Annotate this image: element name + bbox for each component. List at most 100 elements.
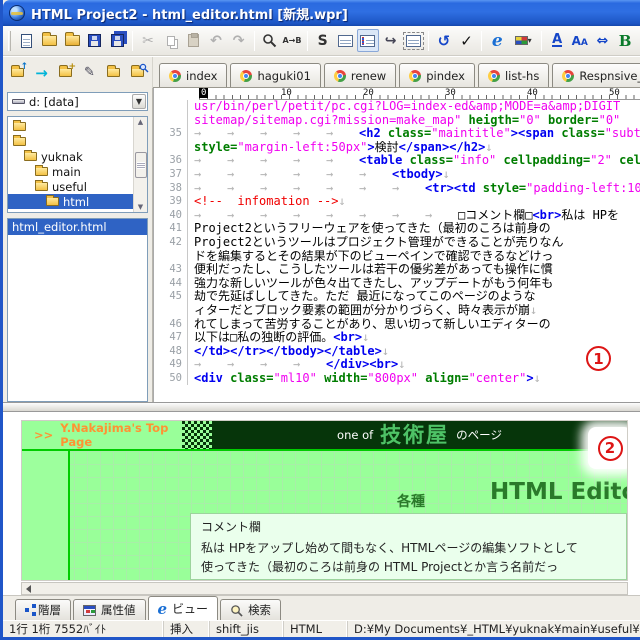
scroll-thumb[interactable] xyxy=(135,152,147,178)
pane-splitter[interactable] xyxy=(3,402,640,412)
syntax-check-icon[interactable]: ✓ xyxy=(456,29,478,52)
section-small-label: 各種 xyxy=(397,491,425,511)
preview-pane: >> Y.Nakajima's Top Page one of 技術屋 のページ… xyxy=(3,412,640,595)
copy-icon[interactable] xyxy=(160,29,182,52)
open-folder-icon[interactable] xyxy=(39,29,61,52)
code-row[interactable]: 43便利だったし、こうしたツールは若干の優劣差があっても操作に慣 xyxy=(154,263,640,277)
header-dither xyxy=(182,421,212,449)
code-row[interactable]: 48</td></tr></tbody></table>↓ xyxy=(154,345,640,359)
hierarchy-icon xyxy=(25,608,29,612)
code-row[interactable]: 46れてしまって苦労することがあり、思い切って新しいエディターの xyxy=(154,318,640,332)
app-window: HTML Project2 - html_editor.html [新規.wpr… xyxy=(0,0,640,640)
new-document-icon[interactable] xyxy=(16,29,38,52)
save-all-icon[interactable] xyxy=(107,29,129,52)
tree-item[interactable]: yuknak xyxy=(8,149,133,164)
tag-jump-icon[interactable]: S xyxy=(312,29,334,52)
chrome-icon xyxy=(562,70,574,82)
scroll-left-icon[interactable] xyxy=(26,585,31,593)
tree-item[interactable] xyxy=(8,119,133,134)
tree-item[interactable]: useful xyxy=(8,179,133,194)
save-icon[interactable] xyxy=(84,29,106,52)
document-tab[interactable]: Respnsive_test xyxy=(552,63,640,87)
code-row[interactable]: 47以下は□私の独断の評価。<br>↓ xyxy=(154,331,640,345)
code-row[interactable]: 35→→→→→<h2 class="maintitle"><span class… xyxy=(154,127,640,141)
new-folder-icon[interactable]: + xyxy=(55,63,76,83)
upper-row: ↑ → + ✎ indexhaguki01renewpindexlist-hsR… xyxy=(3,56,640,88)
code-row[interactable]: usr/bin/perl/petit/pc.cgi?LOG=index-ed&a… xyxy=(154,100,640,114)
code-row[interactable]: ィターだとブロック要素の範囲が分かりづらく、時々表示が崩↓ xyxy=(154,304,640,318)
reload-icon[interactable]: ↺ xyxy=(433,29,455,52)
color-palette-icon[interactable]: ▾ xyxy=(509,29,537,52)
tab-view[interactable]: e ビュー xyxy=(148,596,219,620)
go-arrow-icon[interactable]: → xyxy=(31,63,52,83)
code-row[interactable]: 42Project2というツールはプロジェクト管理ができることが売りなん xyxy=(154,236,640,250)
code-row[interactable]: 44強力な新しいツールが色々出てきたし、アップデートがもう何年も xyxy=(154,277,640,291)
tab-hierarchy[interactable]: 階層 xyxy=(15,599,71,620)
scroll-up-icon[interactable]: ▲ xyxy=(138,118,143,126)
folder-icon xyxy=(35,182,48,191)
tree-scrollbar[interactable]: ▲ ▼ xyxy=(133,117,147,212)
comment-title: コメント欄 xyxy=(201,518,616,535)
code-row[interactable]: style="margin-left:50px">検討</span></h2>↓ xyxy=(154,141,640,155)
detail-view-icon[interactable] xyxy=(357,29,379,52)
document-tab[interactable]: haguki01 xyxy=(230,63,320,87)
title-bar[interactable]: HTML Project2 - html_editor.html [新規.wpr… xyxy=(3,0,640,26)
goto-icon[interactable]: ↪ xyxy=(380,29,402,52)
font-size-icon[interactable]: AA xyxy=(569,29,591,52)
document-tab[interactable]: pindex xyxy=(399,63,475,87)
tab-search[interactable]: 検索 xyxy=(220,599,281,620)
full-width-icon[interactable]: ⇔ xyxy=(592,29,614,52)
brand-text: 技術屋 xyxy=(380,424,449,446)
tree-item[interactable]: html xyxy=(8,194,133,209)
list-view-icon[interactable] xyxy=(334,29,356,52)
frame-view-icon[interactable] xyxy=(402,29,424,52)
code-row[interactable]: 41Project2というフリーウェアを使ってきた（最初のころは前身の xyxy=(154,222,640,236)
annotation-1: 1 xyxy=(586,346,611,371)
cut-icon[interactable]: ✂ xyxy=(137,29,159,52)
code-row[interactable]: 49→→→→</div><br>↓ xyxy=(154,358,640,372)
code-row[interactable]: 45劫で先延ばししてきた。ただ 最近になってこのページのような xyxy=(154,290,640,304)
tree-item[interactable] xyxy=(8,134,133,149)
bold-icon[interactable]: B xyxy=(614,29,636,52)
folder-tree-box: yuknakmainusefulhtml ▲ ▼ xyxy=(7,116,148,213)
code-row[interactable]: ドを編集するとその結果が下のビューペインで確認できるなどけっ xyxy=(154,250,640,264)
chevron-down-icon[interactable]: ▼ xyxy=(132,94,146,109)
edit-icon[interactable]: ✎ xyxy=(79,63,100,83)
code-row[interactable]: 50<div class="ml10" width="800px" align=… xyxy=(154,372,640,386)
code-rows: usr/bin/perl/petit/pc.cgi?LOG=index-ed&a… xyxy=(154,100,640,385)
open-folder-small-icon[interactable] xyxy=(103,63,124,83)
file-item[interactable]: html_editor.html xyxy=(8,219,147,235)
drive-selector[interactable]: d: [data] ▼ xyxy=(7,92,148,111)
toolbar-grip[interactable] xyxy=(8,31,11,51)
undo-icon[interactable]: ↶ xyxy=(205,29,227,52)
find-icon[interactable] xyxy=(259,29,281,52)
code-row[interactable]: sitemap/sitemap.cgi?mission=make_map" he… xyxy=(154,114,640,128)
preview-hscrollbar[interactable] xyxy=(21,582,628,595)
code-editor[interactable]: 01020304050 usr/bin/perl/petit/pc.cgi?LO… xyxy=(153,88,640,402)
up-folder-icon[interactable]: ↑ xyxy=(7,63,28,83)
search-icon xyxy=(230,604,243,617)
code-row[interactable]: 37→→→→→→<tbody>↓ xyxy=(154,168,640,182)
redo-icon[interactable]: ↷ xyxy=(228,29,250,52)
preview-browser-icon[interactable]: e xyxy=(486,29,508,52)
folder-icon xyxy=(35,167,48,176)
paste-icon[interactable] xyxy=(183,29,205,52)
document-tab[interactable]: index xyxy=(159,63,227,87)
tab-attributes[interactable]: 属性値 xyxy=(73,599,146,620)
code-row[interactable]: 38→→→→→→→<tr><td style="padding-left:10p xyxy=(154,182,640,196)
open-project-icon[interactable] xyxy=(61,29,83,52)
document-tab[interactable]: renew xyxy=(324,63,396,87)
chrome-icon xyxy=(240,70,252,82)
document-tab[interactable]: list-hs xyxy=(478,63,549,87)
ruler: 01020304050 xyxy=(199,88,640,100)
replace-icon[interactable]: A→B xyxy=(281,29,303,52)
tree-item[interactable]: main xyxy=(8,164,133,179)
find-folder-icon[interactable] xyxy=(127,63,148,83)
status-insert-mode: 挿入 xyxy=(163,621,209,637)
font-color-icon[interactable]: A xyxy=(546,29,568,52)
sidebar-toolbar: ↑ → + ✎ xyxy=(3,57,153,88)
code-row[interactable]: 40→→→→→→→→□コメント欄□<br>私は HPを xyxy=(154,209,640,223)
code-row[interactable]: 39<!-- infomation -->↓ xyxy=(154,195,640,209)
code-row[interactable]: 36→→→→→<table class="info" cellpadding="… xyxy=(154,154,640,168)
scroll-down-icon[interactable]: ▼ xyxy=(138,203,143,211)
